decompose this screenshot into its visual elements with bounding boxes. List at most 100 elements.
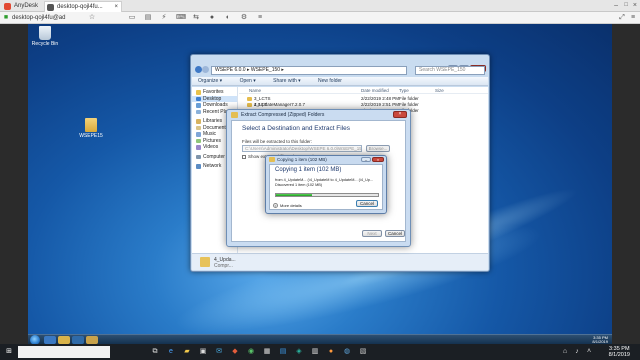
anydesk-taskbar-icon[interactable]: ◆ [230, 347, 240, 357]
back-icon[interactable] [195, 66, 202, 73]
cancel-button[interactable]: Cancel [385, 230, 405, 237]
window-controls: –□× [447, 56, 486, 72]
network-icon [196, 164, 201, 169]
tab-remote-session[interactable]: desktop-qojl4fu... × [44, 1, 122, 12]
chat-icon[interactable]: ▤ [144, 14, 152, 22]
transfer-icon[interactable]: ⇆ [192, 14, 200, 22]
browse-button[interactable]: Browse... [366, 145, 390, 152]
desktop-icon-label: WSEPE15 [79, 133, 103, 139]
folder-icon [269, 157, 275, 162]
close-icon[interactable]: × [633, 0, 637, 11]
details-type: Compr... [214, 263, 233, 269]
address-row: WSEPE 6.0.0 ▸ WSEPE_150 ▸ Search WSEPE_1… [195, 66, 485, 75]
destination-label: Files will be extracted to this folder: [242, 139, 313, 144]
minimize-icon[interactable]: – [614, 0, 618, 11]
explorer-titlebar[interactable] [191, 55, 489, 65]
task-view-icon[interactable]: ⧉ [150, 347, 160, 357]
app-icon[interactable]: ◈ [294, 347, 304, 357]
taskbar-ie-icon[interactable] [44, 336, 56, 344]
keyboard-icon[interactable]: ⌨ [176, 14, 186, 22]
remote-desktop: Recycle Bin WSEPE15 –□× WSEPE 6.0.0 ▸ WS… [28, 24, 612, 344]
connection-status-icon: ■ [3, 14, 9, 21]
display-icon[interactable]: ▭ [128, 14, 136, 22]
recycle-bin-image [39, 26, 51, 40]
copying-dialog-title: Copying 1 item (102 MB) [277, 157, 327, 162]
host-taskbar: ⊞ ⧉ e ▰ ▣ ✉ ◆ ◉ ▦ ▤ ◈ ▥ ● ◍ ▧ ⌂ ♪ ˄ 3:35… [0, 344, 640, 360]
network-tray-icon[interactable]: ⌂ [560, 347, 570, 357]
app-icon[interactable]: ◍ [342, 347, 352, 357]
command-bar: Organize ▾ Open ▾ Share with ▾ New folde… [192, 77, 488, 86]
next-button[interactable]: Next [362, 230, 382, 237]
taskbar-explorer-icon[interactable] [58, 336, 70, 344]
desktop-icon [196, 96, 201, 101]
desktop-icon-label: Recycle Bin [31, 41, 59, 47]
edge-icon[interactable]: e [166, 347, 176, 357]
minimize-button[interactable]: – [361, 157, 371, 162]
maximize-icon[interactable]: □ [624, 0, 628, 11]
folder-icon [85, 118, 97, 132]
organize-button[interactable]: Organize ▾ [198, 78, 222, 84]
chrome-icon[interactable]: ◉ [246, 347, 256, 357]
taskbar-media-icon[interactable] [72, 336, 84, 344]
videos-icon [196, 145, 201, 150]
column-name[interactable]: Name [249, 87, 261, 94]
remote-address: desktop-qojl4fu@ad [12, 15, 66, 21]
new-folder-button[interactable]: New folder [318, 78, 342, 84]
computer-icon [196, 154, 201, 159]
desktop-folder-icon[interactable]: WSEPE15 [76, 118, 106, 139]
notification-arrow-icon[interactable]: ˄ [584, 347, 594, 357]
windows-start-icon[interactable]: ⊞ [4, 347, 14, 357]
column-size[interactable]: Size [435, 87, 444, 94]
mail-icon[interactable]: ✉ [214, 347, 224, 357]
more-icon[interactable]: ≡ [256, 14, 264, 22]
column-date[interactable]: Date modified [361, 87, 389, 94]
app-icon[interactable]: ▤ [278, 347, 288, 357]
chevron-down-icon: ˅ [273, 203, 278, 208]
remote-tray-clock[interactable]: 3:35 PM 8/1/2019 [592, 336, 608, 344]
zip-folder-icon [231, 112, 238, 118]
address-bar[interactable]: WSEPE 6.0.0 ▸ WSEPE_150 ▸ [211, 66, 407, 75]
fullscreen-icon[interactable]: ⤢ [618, 14, 626, 22]
taskbar-copy-icon[interactable] [86, 336, 98, 344]
recycle-bin-icon[interactable]: Recycle Bin [30, 26, 60, 47]
destination-path-field[interactable]: C:\Users\Administrator\Desktop\WSEPE 6.0… [242, 145, 362, 152]
privacy-icon[interactable]: ◐ [224, 14, 232, 22]
zip-folder-icon [200, 257, 210, 267]
host-search-box[interactable] [18, 346, 110, 358]
folder-icon [247, 102, 252, 107]
copy-source-destination: from 4_UpdateM... (\4_UpdateM to 4_Updat… [275, 178, 374, 182]
forward-icon[interactable] [202, 66, 209, 73]
app-icon[interactable]: ▧ [358, 347, 368, 357]
anydesk-logo-icon [4, 3, 11, 10]
volume-icon[interactable]: ♪ [572, 347, 582, 357]
documents-icon [196, 125, 201, 130]
host-clock[interactable]: 3:35 PM 8/1/2019 [609, 346, 630, 358]
menu-icon[interactable]: ≡ [629, 14, 637, 22]
share-with-button[interactable]: Share with ▾ [273, 78, 301, 84]
copying-dialog: Copying 1 item (102 MB) – × Copying 1 it… [265, 155, 387, 214]
store-icon[interactable]: ▣ [198, 347, 208, 357]
column-type[interactable]: Type [399, 87, 409, 94]
app-icon[interactable]: ▥ [310, 347, 320, 357]
app-icon[interactable]: ● [326, 347, 336, 357]
file-explorer-icon[interactable]: ▰ [182, 347, 192, 357]
app-icon[interactable]: ▦ [262, 347, 272, 357]
search-input[interactable]: Search WSEPE_150 [415, 66, 485, 75]
start-button[interactable] [30, 335, 40, 344]
actions-icon[interactable]: ⚡ [160, 14, 168, 22]
checkbox-icon [242, 154, 246, 159]
close-button[interactable]: × [372, 157, 384, 162]
screen: AnyDesk desktop-qojl4fu... × – □ × ■ des… [0, 0, 640, 360]
record-icon[interactable]: ● [208, 14, 216, 22]
permissions-icon[interactable]: ⚙ [240, 14, 248, 22]
open-button[interactable]: Open ▾ [240, 78, 256, 84]
downloads-icon [196, 103, 201, 108]
more-details-toggle[interactable]: ˅ More details [273, 203, 302, 208]
tab-anydesk[interactable]: AnyDesk [2, 1, 40, 12]
tab-label: AnyDesk [14, 3, 39, 9]
copying-heading: Copying 1 item (102 MB) [275, 167, 342, 173]
close-button[interactable]: × [393, 111, 407, 118]
star-icon [196, 90, 201, 95]
cancel-copy-button[interactable]: Cancel [356, 200, 378, 207]
bookmark-icon[interactable]: ☆ [88, 14, 96, 22]
